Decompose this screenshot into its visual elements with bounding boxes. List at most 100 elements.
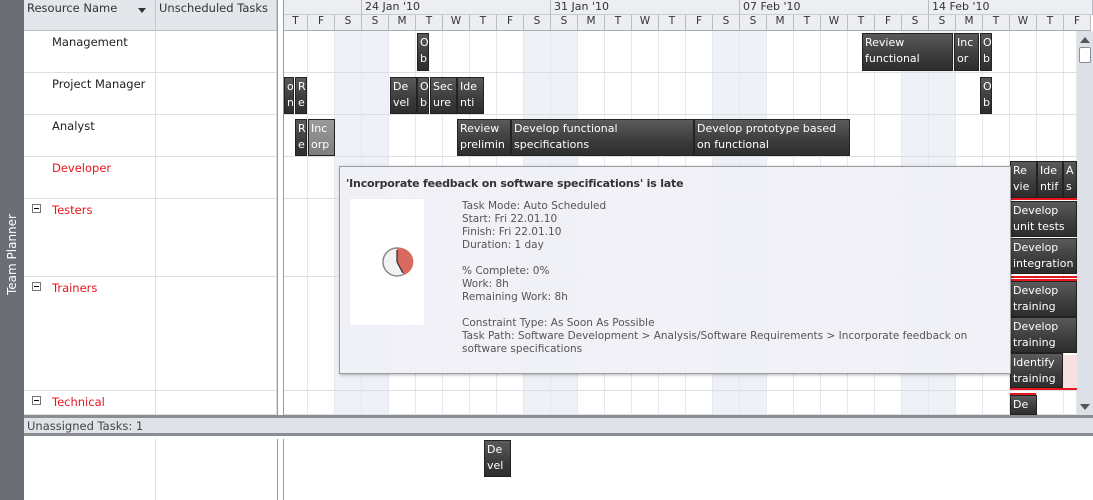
tooltip-line: Constraint Type: As Soon As Possible bbox=[462, 317, 655, 329]
sort-dropdown-icon[interactable] bbox=[138, 8, 146, 13]
unassigned-task-bar[interactable]: Devel bbox=[484, 440, 511, 477]
day-header: F bbox=[875, 15, 902, 31]
resource-name: Analyst bbox=[52, 119, 95, 133]
task-bar[interactable]: Ob bbox=[417, 33, 429, 71]
collapse-icon[interactable] bbox=[32, 282, 41, 291]
scroll-down-icon[interactable] bbox=[1080, 404, 1090, 410]
tooltip-line: Finish: Fri 22.01.10 bbox=[462, 226, 562, 238]
task-bar[interactable]: Ob bbox=[980, 33, 992, 71]
day-header: S bbox=[929, 15, 956, 31]
task-bar[interactable]: As ig bbox=[1063, 161, 1077, 198]
task-bar[interactable]: Devel bbox=[390, 77, 417, 114]
day-header: T bbox=[470, 15, 497, 31]
unscheduled-cell[interactable] bbox=[156, 31, 277, 73]
resource-row[interactable]: Trainers bbox=[24, 277, 156, 391]
scroll-thumb[interactable] bbox=[1079, 47, 1091, 63]
task-bar[interactable]: Re bbox=[295, 77, 307, 114]
unscheduled-cell[interactable] bbox=[156, 277, 277, 391]
day-header: T bbox=[848, 15, 875, 31]
unscheduled-cell[interactable] bbox=[156, 157, 277, 199]
task-bar[interactable]: Develop functional specifications bbox=[511, 119, 694, 156]
day-header: T bbox=[659, 15, 686, 31]
resource-row[interactable]: Management bbox=[24, 31, 156, 73]
task-bar[interactable]: Ide ntif bbox=[1037, 161, 1063, 198]
day-column bbox=[308, 31, 335, 415]
pane-splitter[interactable] bbox=[277, 0, 284, 415]
scroll-up-icon[interactable] bbox=[1080, 37, 1090, 43]
tooltip-line: Task Mode: Auto Scheduled bbox=[462, 200, 607, 212]
unscheduled-cell[interactable] bbox=[156, 391, 277, 415]
day-header: T bbox=[794, 15, 821, 31]
row-divider bbox=[284, 114, 1077, 115]
collapse-icon[interactable] bbox=[32, 204, 41, 213]
week-header: 24 Jan '10 bbox=[362, 0, 551, 15]
unassigned-tasks-header: Unassigned Tasks: 1 bbox=[24, 418, 1093, 436]
unscheduled-cell[interactable] bbox=[156, 115, 277, 157]
week-header bbox=[284, 0, 362, 15]
late-clock-icon bbox=[382, 247, 414, 277]
task-bar[interactable]: Re bbox=[295, 119, 307, 156]
day-header: T bbox=[983, 15, 1010, 31]
resource-name: Trainers bbox=[52, 281, 98, 295]
unscheduled-cell[interactable] bbox=[156, 73, 277, 115]
task-bar[interactable]: o n bbox=[284, 77, 294, 114]
task-bar[interactable]: Ob bbox=[980, 77, 992, 114]
tooltip-image bbox=[350, 199, 424, 325]
task-bar[interactable]: Develop training spe bbox=[1010, 317, 1077, 353]
header-label: Resource Name bbox=[27, 1, 118, 15]
day-header: F bbox=[686, 15, 713, 31]
tooltip-line: Remaining Work: 8h bbox=[462, 291, 568, 303]
day-header: F bbox=[308, 15, 335, 31]
unscheduled-tasks-header[interactable]: Unscheduled Tasks bbox=[156, 0, 277, 31]
task-bar[interactable]: Develop unit tests using product bbox=[1010, 201, 1077, 237]
resource-row[interactable]: Project Manager bbox=[24, 73, 156, 115]
task-bar[interactable]: Re vie bbox=[1010, 161, 1037, 198]
tooltip-line bbox=[462, 252, 1007, 265]
day-header: T bbox=[1037, 15, 1064, 31]
task-bar[interactable]: De bbox=[1010, 395, 1037, 415]
day-header: S bbox=[362, 15, 389, 31]
row-divider bbox=[284, 390, 1077, 391]
day-header: W bbox=[632, 15, 659, 31]
resource-row[interactable]: Technical bbox=[24, 391, 156, 415]
unscheduled-cell[interactable] bbox=[156, 199, 277, 277]
task-bar[interactable]: Develop training spe bbox=[1010, 281, 1077, 317]
resource-row[interactable]: Analyst bbox=[24, 115, 156, 157]
day-header: M bbox=[578, 15, 605, 31]
task-bar[interactable]: Develop prototype based on functional sp… bbox=[694, 119, 850, 156]
task-bar[interactable]: Incorp bbox=[308, 119, 335, 156]
collapse-icon[interactable] bbox=[32, 396, 41, 405]
tooltip-line: Duration: 1 day bbox=[462, 239, 544, 251]
day-header: S bbox=[335, 15, 362, 31]
task-bar[interactable]: Secure bbox=[430, 77, 457, 114]
week-header: 31 Jan '10 bbox=[551, 0, 740, 15]
tooltip-line: Task Path: Software Development > Analys… bbox=[462, 330, 968, 355]
day-header: M bbox=[389, 15, 416, 31]
task-bar[interactable]: Identify training bbox=[1010, 353, 1063, 388]
resource-name: Technical bbox=[52, 395, 105, 409]
day-header: S bbox=[551, 15, 578, 31]
task-bar[interactable]: Ob bbox=[417, 77, 429, 114]
resource-name: Management bbox=[52, 35, 128, 49]
task-bar[interactable]: Identi bbox=[457, 77, 484, 114]
day-header: F bbox=[1064, 15, 1091, 31]
resource-row[interactable]: Developer bbox=[24, 157, 156, 199]
day-header: T bbox=[605, 15, 632, 31]
resource-row[interactable]: Testers bbox=[24, 199, 156, 277]
tooltip-line bbox=[462, 304, 1007, 317]
view-label: Team Planner bbox=[5, 214, 19, 295]
resource-name: Testers bbox=[52, 203, 93, 217]
task-bar[interactable]: Review prelimin bbox=[457, 119, 511, 156]
day-header: T bbox=[284, 15, 308, 31]
vertical-scrollbar[interactable] bbox=[1077, 31, 1093, 415]
task-bar[interactable]: Develop integration test plans using bbox=[1010, 238, 1077, 274]
tooltip-line: Work: 8h bbox=[462, 278, 509, 290]
day-header: W bbox=[1010, 15, 1037, 31]
task-bar[interactable]: Incor bbox=[954, 33, 979, 71]
tooltip-line: Start: Fri 22.01.10 bbox=[462, 213, 558, 225]
day-header: M bbox=[956, 15, 983, 31]
resource-name-header[interactable]: Resource Name bbox=[24, 0, 156, 31]
task-bar[interactable]: Review functional specifications bbox=[862, 33, 953, 71]
tooltip-title: 'Incorporate feedback on software specif… bbox=[346, 177, 684, 190]
day-header: F bbox=[497, 15, 524, 31]
